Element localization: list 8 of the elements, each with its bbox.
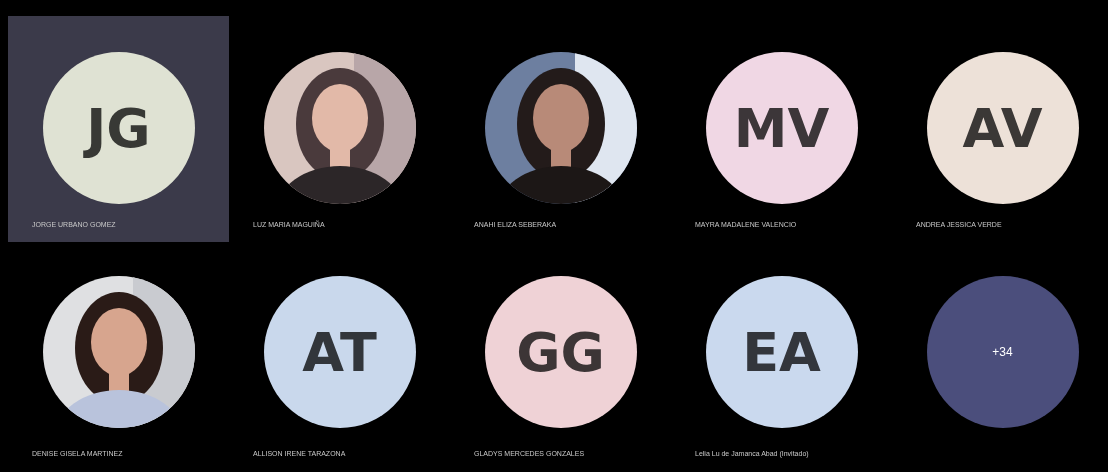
participant-tile[interactable]: +34 xyxy=(892,258,1108,465)
avatar: GG xyxy=(484,276,637,428)
avatar: AT xyxy=(263,276,416,428)
avatar: JG xyxy=(42,52,195,204)
avatar: EA xyxy=(705,276,858,428)
avatar: AV xyxy=(926,52,1079,204)
avatar: MV xyxy=(705,52,858,204)
more-participants-button[interactable]: +34 xyxy=(926,276,1079,428)
